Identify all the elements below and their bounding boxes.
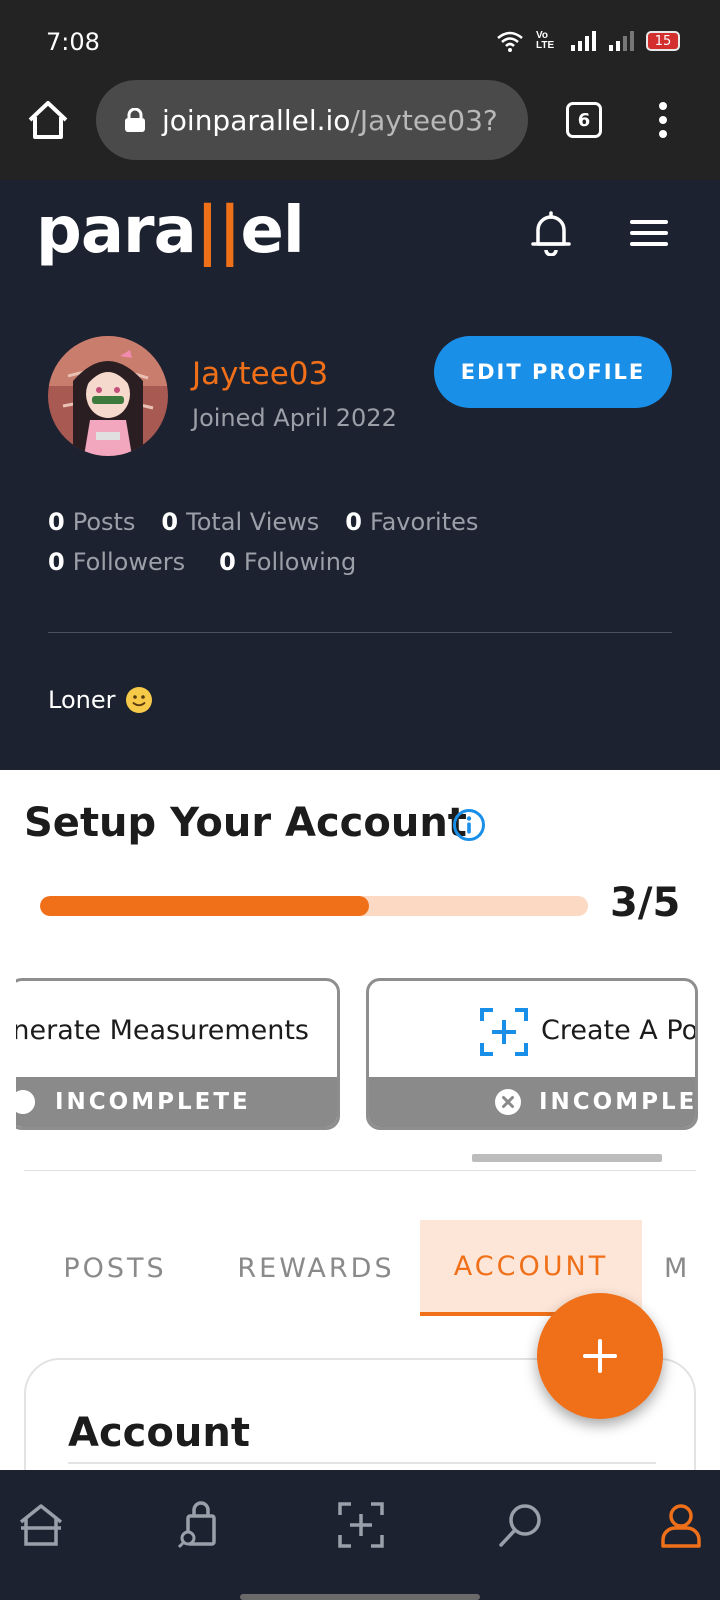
setup-title: Setup Your Account — [24, 800, 467, 846]
carousel-scroll-indicator[interactable] — [472, 1154, 662, 1162]
url-path: /Jaytee03? — [350, 103, 498, 137]
tab-more[interactable]: M — [664, 1220, 720, 1316]
nav-search-icon[interactable] — [496, 1500, 546, 1550]
task-label: nerate Measurements — [16, 1015, 309, 1046]
status-icons: Vo LTE 15 — [496, 30, 680, 52]
edit-profile-button[interactable]: EDIT PROFILE — [434, 336, 672, 408]
bio-text: Loner — [48, 686, 116, 714]
wifi-icon — [497, 31, 523, 52]
gesture-bar — [240, 1594, 480, 1600]
profile-header: para||el Jaytee03 Joined April 2022 EDIT… — [0, 180, 720, 770]
setup-progress-count: 3/5 — [610, 880, 681, 926]
divider — [24, 1170, 696, 1171]
tab-switcher-button[interactable]: 6 — [566, 102, 602, 138]
divider — [68, 1462, 656, 1464]
browser-menu-icon[interactable] — [648, 98, 678, 142]
tab-rewards[interactable]: REWARDS — [226, 1220, 406, 1316]
task-card-create-post[interactable]: Create A Po INCOMPLET — [366, 978, 698, 1130]
lock-icon — [125, 108, 145, 132]
setup-progress-fill — [40, 896, 369, 916]
create-fab-button[interactable] — [537, 1293, 663, 1419]
parallel-logo[interactable]: para||el — [36, 194, 305, 268]
volte-icon: Vo LTE — [536, 30, 555, 51]
nav-profile-icon[interactable] — [656, 1500, 706, 1550]
stat-followers[interactable]: 0 Followers — [48, 548, 185, 576]
setup-progress-bar — [40, 896, 588, 916]
stats-row: 0 Posts 0 Total Views 0 Favorites — [48, 508, 504, 536]
signal-weak-icon — [609, 31, 634, 51]
avatar[interactable] — [48, 336, 168, 456]
status-bar: 7:08 Vo LTE 15 — [0, 0, 720, 80]
task-status-badge: INCOMPLET — [369, 1077, 695, 1127]
incomplete-x-icon — [16, 1090, 35, 1114]
setup-task-carousel[interactable]: nerate Measurements INCOMPLETE Create A … — [16, 978, 704, 1132]
bottom-navigation — [0, 1470, 720, 1600]
profile-joined-date: Joined April 2022 — [192, 404, 397, 432]
home-icon[interactable] — [26, 98, 70, 142]
battery-icon: 15 — [646, 31, 680, 51]
task-card-measurements[interactable]: nerate Measurements INCOMPLETE — [16, 978, 340, 1130]
nav-create-icon[interactable] — [336, 1500, 386, 1550]
task-status-badge: INCOMPLETE — [16, 1077, 337, 1127]
nav-home-icon[interactable] — [16, 1500, 66, 1550]
task-label: Create A Po — [541, 1015, 698, 1046]
info-icon[interactable] — [452, 808, 486, 842]
account-title: Account — [68, 1410, 250, 1456]
tab-posts[interactable]: POSTS — [40, 1220, 190, 1316]
stats-row: 0 Followers 0 Following — [48, 548, 382, 576]
browser-toolbar: joinparallel.io/Jaytee03? 6 — [0, 80, 720, 180]
stat-posts[interactable]: 0 Posts — [48, 508, 135, 536]
url-domain: joinparallel.io — [162, 103, 351, 137]
incomplete-x-icon — [495, 1089, 521, 1115]
profile-username: Jaytee03 — [192, 356, 329, 392]
signal-icon — [571, 31, 596, 51]
plus-icon — [583, 1339, 617, 1373]
divider — [48, 632, 672, 633]
hamburger-menu-icon[interactable] — [630, 220, 668, 246]
smiley-emoji-icon — [126, 687, 153, 713]
nav-shop-icon[interactable] — [174, 1500, 224, 1550]
stat-total-views: 0 Total Views — [161, 508, 320, 536]
create-post-icon — [480, 1008, 528, 1056]
status-time: 7:08 — [46, 28, 100, 56]
url-bar[interactable]: joinparallel.io/Jaytee03? — [96, 80, 528, 160]
notification-bell-icon[interactable] — [530, 210, 572, 256]
stat-following[interactable]: 0 Following — [219, 548, 356, 576]
stat-favorites[interactable]: 0 Favorites — [345, 508, 478, 536]
profile-bio: Loner — [48, 686, 153, 714]
